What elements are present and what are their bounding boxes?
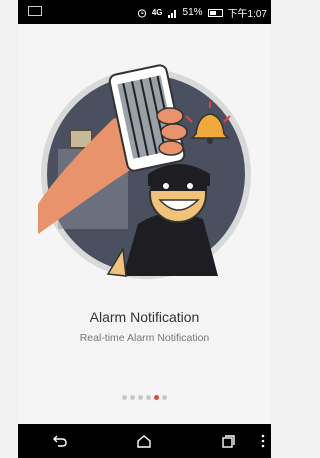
navigation-bar [18, 424, 271, 458]
more-icon[interactable] [261, 434, 265, 448]
status-bar: 4G 51% 下午1:07 [18, 0, 271, 24]
battery-icon [207, 8, 223, 17]
page-dot[interactable] [146, 395, 151, 400]
back-button[interactable] [50, 431, 70, 451]
home-icon [137, 434, 152, 448]
network-type: 4G [151, 7, 163, 17]
back-icon [53, 435, 67, 447]
page-dot-active[interactable] [154, 395, 159, 400]
onboarding-title: Alarm Notification [89, 309, 200, 325]
page-dot[interactable] [162, 395, 167, 400]
battery-percent: 51% [182, 7, 203, 18]
phone-screen: 4G 51% 下午1:07 Alarm Notification Real-ti… [18, 0, 271, 458]
page-dot[interactable] [122, 395, 127, 400]
recents-icon [222, 434, 236, 448]
notification-icon [28, 6, 42, 16]
alarm-clock-icon [137, 8, 146, 18]
signal-icon [167, 9, 176, 18]
burglar-alarm-illustration [38, 64, 251, 279]
clock-time: 下午1:07 [227, 9, 267, 20]
recents-button[interactable] [219, 431, 239, 451]
page-dot[interactable] [130, 395, 135, 400]
home-button[interactable] [134, 431, 154, 451]
status-icons: 4G 51% 下午1:07 [137, 5, 267, 20]
page-indicator[interactable] [18, 395, 271, 400]
onboarding-subtitle: Real-time Alarm Notification [79, 332, 210, 344]
page-dot[interactable] [138, 395, 143, 400]
